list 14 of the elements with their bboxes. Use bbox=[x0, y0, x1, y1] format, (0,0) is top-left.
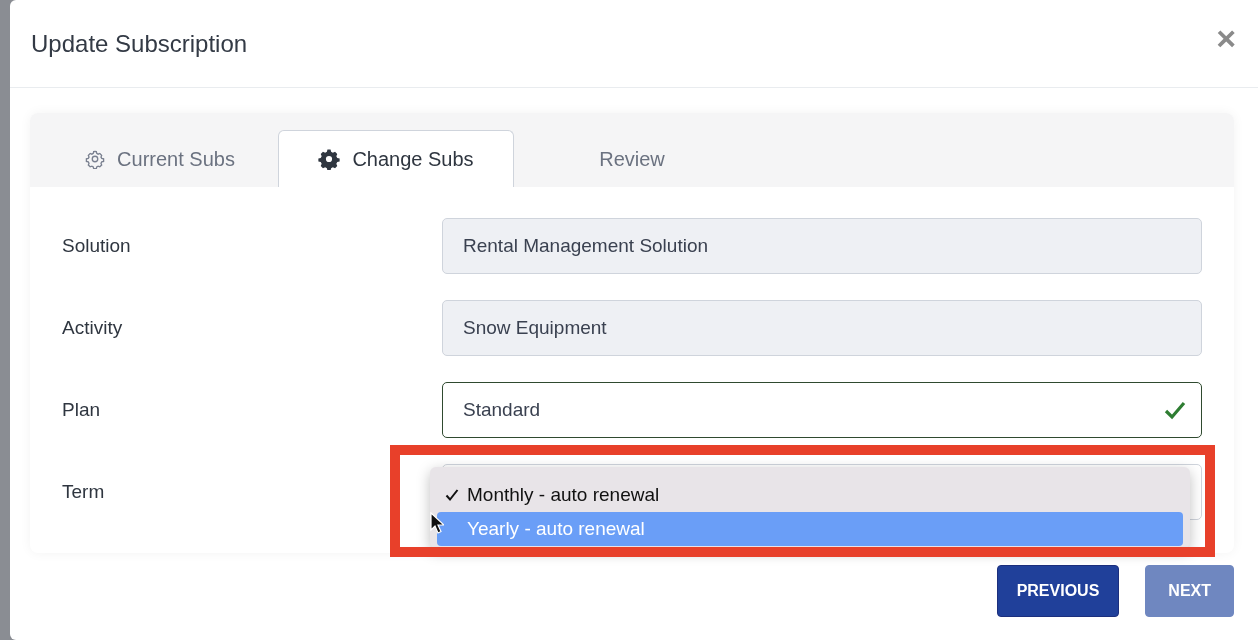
gear-icon bbox=[85, 149, 106, 169]
dropdown-option[interactable]: Monthly - auto renewal bbox=[437, 478, 1183, 512]
cursor-icon bbox=[430, 512, 444, 534]
tab[interactable]: Change Subs bbox=[278, 130, 514, 187]
input-field[interactable]: Standard bbox=[442, 382, 1202, 438]
field-label: Term bbox=[62, 480, 106, 504]
field-label: Activity bbox=[62, 316, 124, 340]
button[interactable]: PREVIOUS bbox=[996, 565, 1120, 617]
gear-icon bbox=[318, 148, 341, 170]
field-label: Solution bbox=[62, 234, 132, 258]
dialog-title: Update Subscription bbox=[31, 29, 248, 58]
field-label: Plan bbox=[62, 398, 102, 422]
tab[interactable]: Current Subs bbox=[42, 130, 278, 187]
tab[interactable]: Review bbox=[514, 130, 750, 187]
